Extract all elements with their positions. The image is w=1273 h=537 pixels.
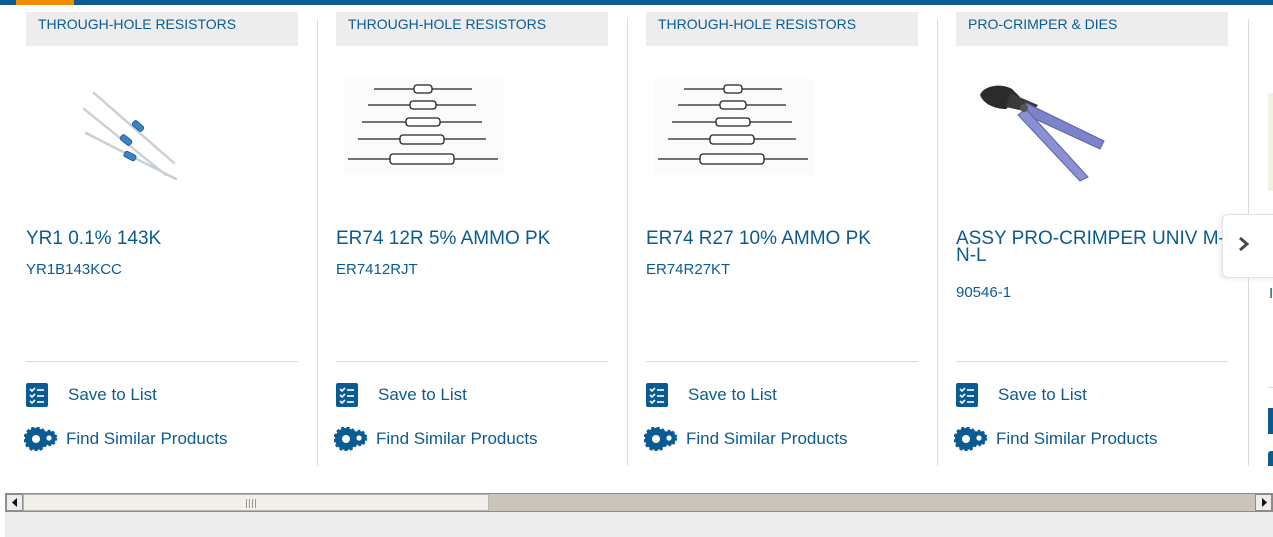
footer-strip: [5, 512, 1273, 537]
resistor-photo[interactable]: [46, 75, 206, 185]
scrollbar-thumb[interactable]: [23, 494, 489, 511]
part-number-link[interactable]: ER7412RJT: [336, 261, 418, 278]
save-to-list-button[interactable]: Save to List: [956, 382, 1087, 408]
horizontal-scrollbar[interactable]: [5, 493, 1273, 512]
save-to-list-button[interactable]: Save to List: [336, 382, 467, 408]
product-name-link[interactable]: ER74 12R 5% AMMO PK: [336, 229, 608, 248]
category-label[interactable]: THROUGH-HOLE RESISTORS: [336, 12, 608, 46]
scroll-left-button[interactable]: [6, 494, 23, 511]
gears-icon: [334, 427, 368, 451]
product-card: THROUGH-HOLE RESISTORS ER74 12R 5% AMMO …: [334, 5, 608, 466]
save-to-list-button[interactable]: Save to List: [26, 382, 157, 408]
find-similar-label: Find Similar Products: [66, 429, 228, 448]
checklist-icon: [956, 383, 980, 407]
divider: [336, 361, 608, 362]
checklist-icon: [336, 383, 360, 407]
divider: [1268, 387, 1273, 388]
gears-icon: [644, 427, 678, 451]
divider: [956, 361, 1228, 362]
arrow-left-icon: [11, 494, 19, 512]
checklist-icon: [26, 383, 50, 407]
product-card: THROUGH-HOLE RESISTORS YR1 0.1% 143K YR1…: [24, 5, 298, 466]
chevron-right-icon: [1238, 236, 1250, 257]
arrow-right-icon: [1260, 494, 1268, 512]
category-label[interactable]: PRO-CRIMPER & DIES: [956, 12, 1228, 46]
part-number-link[interactable]: 90546-1: [956, 284, 1011, 301]
resistor-line-drawing[interactable]: [344, 75, 504, 185]
save-label: Save to List: [688, 385, 777, 404]
checklist-icon[interactable]: [1268, 408, 1273, 434]
carousel-next-button[interactable]: [1222, 214, 1273, 278]
product-carousel: THROUGH-HOLE RESISTORS YR1 0.1% 143K YR1…: [0, 5, 1273, 466]
checklist-icon: [646, 383, 670, 407]
divider: [26, 361, 298, 362]
part-number-link[interactable]: YR1B143KCC: [26, 261, 122, 278]
save-to-list-button[interactable]: Save to List: [646, 382, 777, 408]
next-card-text[interactable]: I: [1269, 285, 1273, 302]
product-card: PRO-CRIMPER & DIES ASSY PRO-CRIMPER UNIV…: [954, 5, 1228, 466]
gears-icon[interactable]: [1268, 451, 1273, 466]
card-divider: [627, 19, 628, 466]
card-divider: [317, 19, 318, 466]
next-card-image[interactable]: [1268, 93, 1273, 191]
gears-icon: [24, 427, 58, 451]
product-name-link[interactable]: ER74 R27 10% AMMO PK: [646, 229, 918, 248]
scrollbar-grip: [246, 499, 256, 508]
save-label: Save to List: [998, 385, 1087, 404]
category-label[interactable]: THROUGH-HOLE RESISTORS: [646, 12, 918, 46]
product-name-link[interactable]: YR1 0.1% 143K: [26, 229, 298, 248]
save-label: Save to List: [378, 385, 467, 404]
part-number-link[interactable]: ER74R27KT: [646, 261, 730, 278]
save-label: Save to List: [68, 385, 157, 404]
crimper-tool-photo[interactable]: [976, 75, 1136, 185]
card-divider: [937, 19, 938, 466]
resistor-line-drawing[interactable]: [654, 75, 814, 185]
gears-icon: [954, 427, 988, 451]
product-card: THROUGH-HOLE RESISTORS ER74 R27 10% AMMO…: [644, 5, 918, 466]
find-similar-label: Find Similar Products: [376, 429, 538, 448]
find-similar-label: Find Similar Products: [996, 429, 1158, 448]
product-name-link[interactable]: ASSY PRO-CRIMPER UNIV M-N-L: [956, 229, 1228, 265]
category-label[interactable]: THROUGH-HOLE RESISTORS: [26, 12, 298, 46]
find-similar-button[interactable]: Find Similar Products: [334, 426, 538, 452]
scroll-right-button[interactable]: [1255, 494, 1272, 511]
find-similar-button[interactable]: Find Similar Products: [954, 426, 1158, 452]
find-similar-button[interactable]: Find Similar Products: [644, 426, 848, 452]
find-similar-label: Find Similar Products: [686, 429, 848, 448]
divider: [646, 361, 918, 362]
find-similar-button[interactable]: Find Similar Products: [24, 426, 228, 452]
